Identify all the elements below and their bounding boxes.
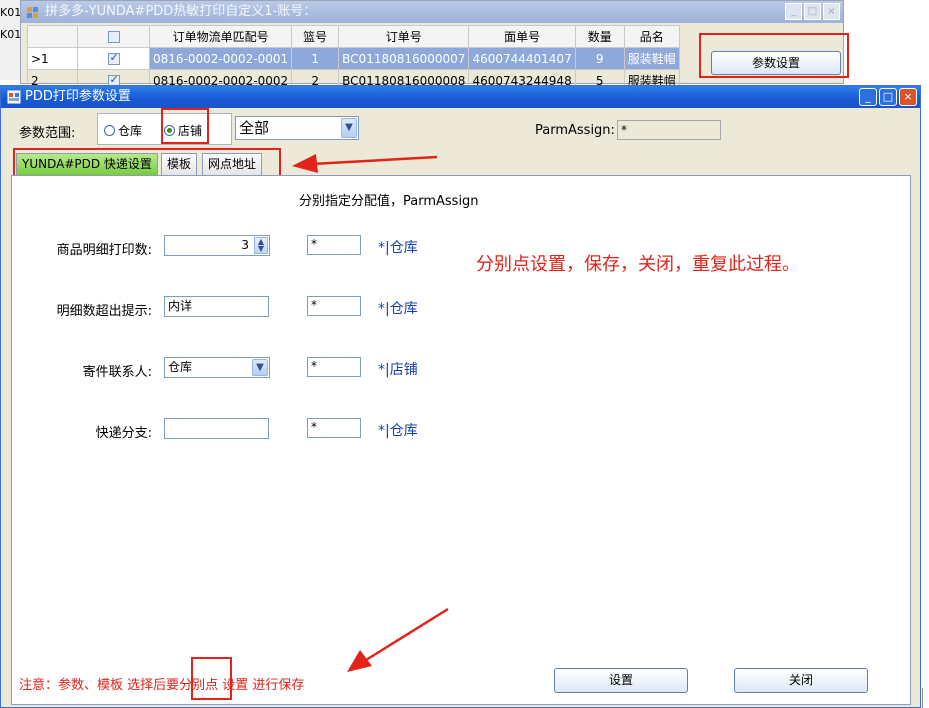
print-count-value: 3: [241, 238, 249, 252]
dialog-title: PDD打印参数设置: [25, 89, 131, 104]
set-button[interactable]: 设置: [554, 668, 688, 693]
chevron-down-icon[interactable]: ▼: [252, 359, 268, 376]
minimize-icon[interactable]: _: [859, 88, 877, 106]
table-header-cell[interactable]: 篮号: [291, 25, 340, 48]
param-button-highlight: 参数设置: [699, 33, 849, 78]
assign-text-print-count: *|仓库: [378, 240, 418, 256]
field-label-courier-branch: 快递分支:: [95, 426, 152, 441]
window-app-icon: [7, 90, 21, 104]
strip-text: K01: [0, 6, 22, 19]
cell-qty[interactable]: 9: [574, 47, 625, 70]
row-checkbox-cell[interactable]: [77, 47, 150, 70]
param-settings-button[interactable]: 参数设置: [711, 51, 841, 75]
table-header-cell[interactable]: 订单物流单匹配号: [148, 25, 293, 48]
footer-note: 注意：参数、模板 选择后要分别点 设置 进行保存: [19, 678, 305, 693]
chevron-down-icon[interactable]: ▼: [341, 118, 357, 138]
store-radio-highlight: [161, 108, 209, 144]
order-table: 订单物流单匹配号 篮号 订单号 面单号 数量 品名 >1 0816-0002-0…: [27, 25, 680, 92]
minimize-icon[interactable]: _: [785, 3, 802, 20]
strip-text: K01: [0, 28, 22, 41]
field-label-overflow-hint: 明细数超出提示:: [56, 304, 152, 319]
sender-contact-combo[interactable]: 仓库 ▼: [164, 357, 270, 378]
resize-grip[interactable]: [922, 688, 927, 708]
sender-contact-value: 仓库: [168, 360, 193, 374]
assign-input-courier-branch[interactable]: *: [307, 418, 361, 438]
assign-text-overflow-hint: *|仓库: [378, 301, 418, 317]
radio-warehouse-dot[interactable]: [104, 125, 115, 136]
overflow-hint-input[interactable]: 内详: [164, 296, 269, 317]
cell-waybill[interactable]: 4600744401407: [468, 47, 576, 70]
assign-text-sender-contact: *|店铺: [378, 362, 418, 378]
close-icon[interactable]: ×: [823, 3, 840, 20]
pdd-param-dialog: PDD打印参数设置 _ □ × 参数范围: 仓库 店铺 全部 ▼ ParmAss…: [0, 85, 921, 708]
assign-input-overflow-hint[interactable]: *: [307, 296, 361, 316]
background-titlebar: 拼多多-YUNDA#PDD热敏打印自定义1-账号： _ □ ×: [21, 1, 843, 23]
select-all-checkbox[interactable]: [107, 31, 120, 43]
footer-highlight: [191, 657, 232, 700]
background-window-title: 拼多多-YUNDA#PDD热敏打印自定义1-账号：: [45, 4, 317, 19]
window-app-icon: [27, 7, 38, 18]
scope-label: 参数范围:: [19, 126, 76, 141]
maximize-icon[interactable]: □: [804, 3, 821, 20]
background-strip: K01 K01: [0, 0, 22, 80]
cell-match-no[interactable]: 0816-0002-0002-0001: [148, 47, 293, 70]
maximize-icon[interactable]: □: [879, 88, 897, 106]
table-header-cell[interactable]: 面单号: [468, 25, 576, 48]
row-checkbox[interactable]: [107, 51, 120, 65]
radio-warehouse-label: 仓库: [118, 124, 143, 138]
table-header-cell: [27, 25, 78, 48]
assign-input-print-count[interactable]: *: [307, 235, 361, 255]
table-header-row: 订单物流单匹配号 篮号 订单号 面单号 数量 品名: [27, 25, 680, 48]
table-header-select[interactable]: [77, 25, 150, 48]
scope-combo-value: 全部: [239, 119, 270, 137]
dialog-titlebar[interactable]: PDD打印参数设置 _ □ ×: [1, 86, 920, 108]
table-header-cell[interactable]: 数量: [574, 25, 625, 48]
table-header-cell[interactable]: 订单号: [338, 25, 470, 48]
field-label-print-count: 商品明细打印数:: [56, 243, 152, 258]
assign-input-sender-contact[interactable]: *: [307, 357, 361, 377]
parm-assign-label: ParmAssign:: [535, 123, 615, 138]
settings-panel: 分别指定分配值，ParmAssign 商品明细打印数: 3 ▲ ▼ * *|仓库 …: [11, 175, 911, 705]
table-row[interactable]: >1 0816-0002-0002-0001 1 BC0118081600000…: [27, 47, 680, 70]
cell-product[interactable]: 服装鞋帽: [623, 47, 680, 70]
spinner-arrows-icon[interactable]: ▲ ▼: [254, 237, 268, 254]
courier-branch-input[interactable]: [164, 418, 269, 439]
radio-warehouse[interactable]: 仓库: [104, 122, 142, 139]
field-label-sender-contact: 寄件联系人:: [82, 365, 152, 380]
panel-note: 分别指定分配值，ParmAssign: [299, 194, 479, 209]
print-count-spinner[interactable]: 3 ▲ ▼: [164, 235, 270, 256]
row-header[interactable]: >1: [27, 47, 78, 70]
scope-combo[interactable]: 全部 ▼: [235, 116, 359, 140]
cell-order-no[interactable]: BC01180816000007: [338, 47, 470, 70]
instruction-text: 分别点设置，保存，关闭，重复此过程。: [476, 254, 800, 275]
close-button[interactable]: 关闭: [734, 668, 868, 693]
assign-text-courier-branch: *|仓库: [378, 423, 418, 439]
table-header-cell[interactable]: 品名: [623, 25, 680, 48]
close-icon[interactable]: ×: [899, 88, 917, 106]
cell-basket[interactable]: 1: [291, 47, 340, 70]
parm-assign-field[interactable]: *: [617, 120, 721, 140]
background-window: 拼多多-YUNDA#PDD热敏打印自定义1-账号： _ □ × 订单物流单匹配号…: [20, 0, 849, 92]
